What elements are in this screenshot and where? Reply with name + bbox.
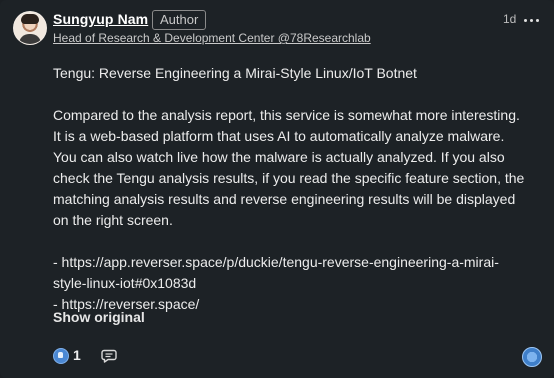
more-dot [523, 18, 527, 22]
author-name-link[interactable]: Sungyup Nam [53, 11, 148, 27]
comment-body: Tengu: Reverse Engineering a Mirai-Style… [53, 63, 528, 315]
reaction-count[interactable]: 1 [73, 347, 81, 363]
show-original-button[interactable]: Show original [53, 309, 145, 325]
timestamp: 1d [503, 12, 517, 26]
title-line: Tengu: Reverse Engineering a Mirai-Style… [53, 65, 417, 81]
avatar[interactable] [13, 11, 47, 45]
more-dot [529, 18, 533, 22]
author-headline[interactable]: Head of Research & Development Center @7… [53, 31, 371, 45]
body-paragraph: Compared to the analysis report, this se… [53, 107, 525, 228]
like-reaction-icon[interactable] [53, 348, 69, 364]
link-line-1[interactable]: - https://app.reverser.space/p/duckie/te… [53, 252, 528, 294]
author-badge: Author [152, 10, 207, 30]
comment-card: Sungyup Nam Author Head of Research & De… [0, 0, 554, 378]
react-icon[interactable] [522, 347, 542, 367]
more-options-icon[interactable] [520, 11, 542, 29]
comment-icon[interactable] [101, 349, 117, 363]
more-dot [535, 18, 539, 22]
